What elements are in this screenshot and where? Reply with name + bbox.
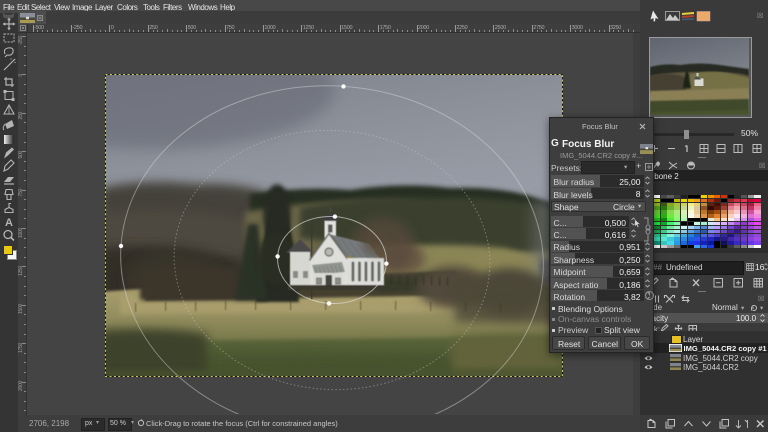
svg-text:A: A bbox=[5, 217, 13, 229]
